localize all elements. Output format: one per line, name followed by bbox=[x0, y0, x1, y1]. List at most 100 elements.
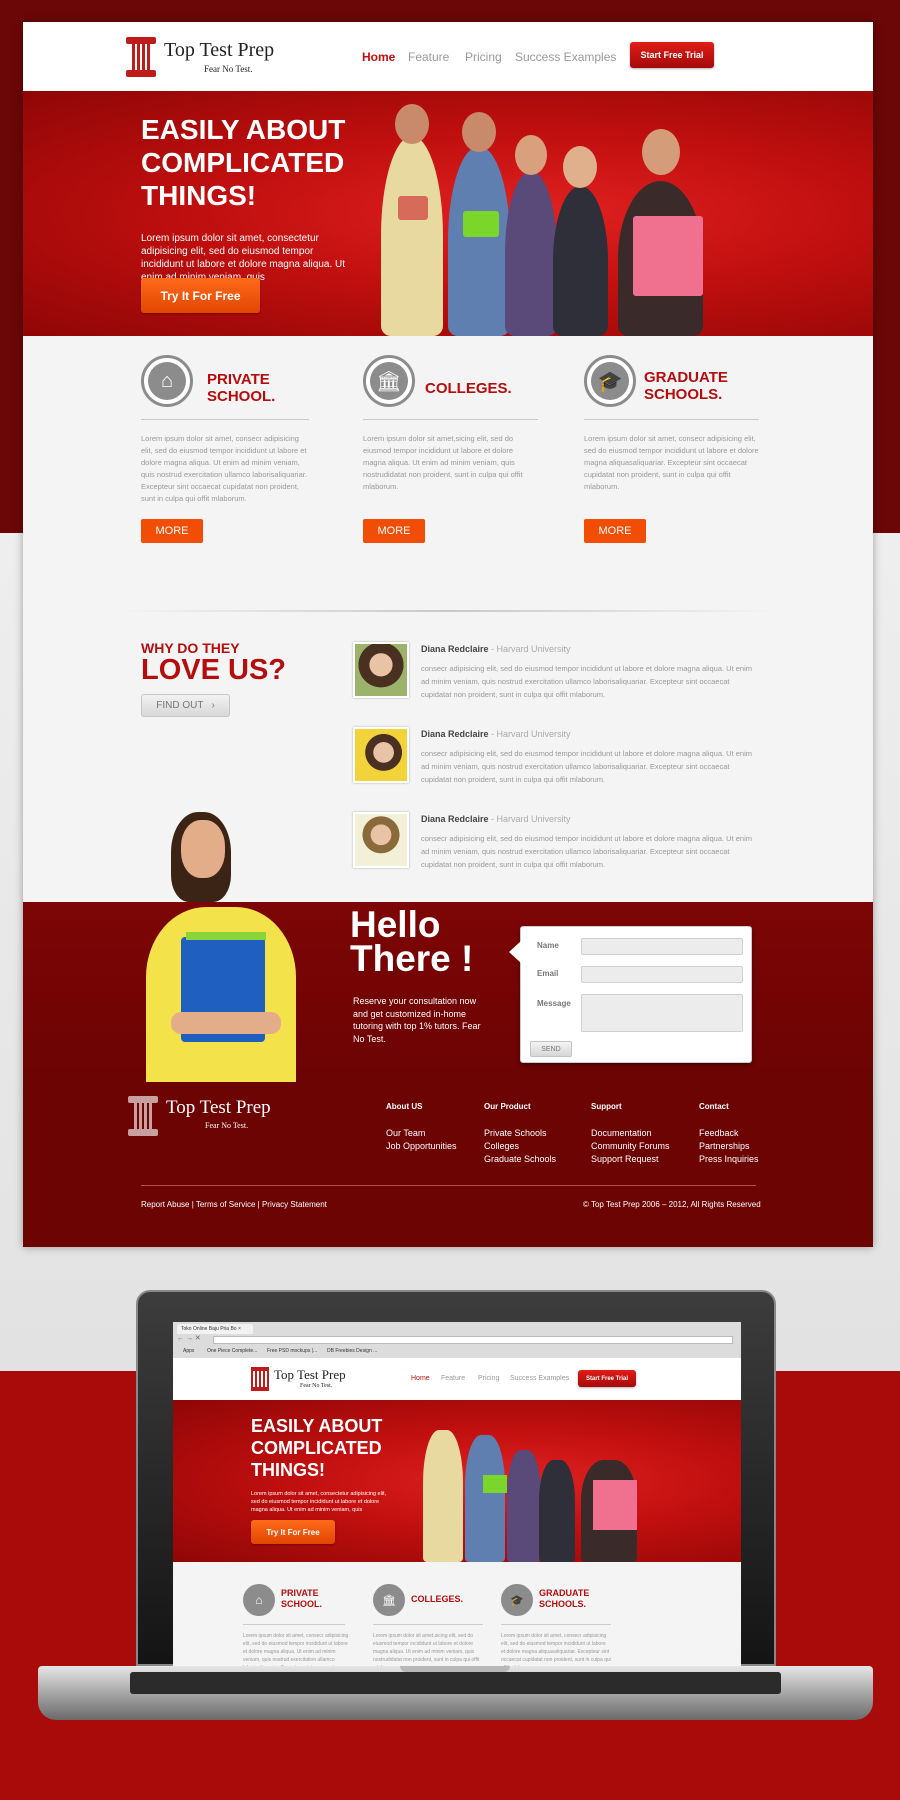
mini-feature-description: Lorem ipsum dolor sit amet, consecr adip… bbox=[501, 1633, 611, 1666]
testimonial-text: consecr adipisicing elit, sed do eiusmod… bbox=[421, 834, 753, 869]
browser-tab[interactable]: Toko Online Baju Pria Bo × bbox=[177, 1324, 253, 1334]
footer-link-our-team[interactable]: Our Team bbox=[386, 1128, 425, 1138]
mini-hero-headline: EASILY ABOUT COMPLICATED THINGS! bbox=[251, 1416, 383, 1480]
footer-link-community-forums[interactable]: Community Forums bbox=[591, 1141, 670, 1151]
nav-link-feature[interactable]: Feature bbox=[408, 50, 449, 64]
contact-form: Name Email Message SEND bbox=[509, 926, 752, 1063]
footer-link-colleges[interactable]: Colleges bbox=[484, 1141, 519, 1151]
mini-start-free-trial-button[interactable]: Start Free Trial bbox=[578, 1370, 636, 1387]
mini-feature-title: PRIVATE SCHOOL. bbox=[281, 1588, 323, 1609]
footer-heading-our-product: Our Product bbox=[484, 1102, 531, 1111]
mini-feature-title: COLLEGES. bbox=[411, 1594, 464, 1604]
more-button[interactable]: MORE bbox=[141, 519, 203, 543]
footer-link-documentation[interactable]: Documentation bbox=[591, 1128, 652, 1138]
mini-feature-description: Lorem ipsum dolor sit amet,sicing elit, … bbox=[373, 1633, 480, 1666]
back-icon[interactable]: ← → ✕ bbox=[177, 1334, 201, 1342]
footer-link-private-schools[interactable]: Private Schools bbox=[484, 1128, 547, 1138]
footer-divider bbox=[141, 1185, 756, 1186]
mini-feature-description: Lorem ipsum dolor sit amet, consecr adip… bbox=[243, 1633, 349, 1666]
feature-description: Lorem ipsum dolor sit amet,sicing elit, … bbox=[363, 434, 523, 491]
mini-nav-pricing[interactable]: Pricing bbox=[478, 1375, 499, 1382]
laptop-mockup: Toko Online Baju Pria Bo × ← → ✕ Apps On… bbox=[136, 1290, 776, 1668]
mini-site-nav: Top Test Prep Fear No Test. Home Feature… bbox=[173, 1358, 741, 1400]
footer-link-graduate-schools[interactable]: Graduate Schools bbox=[484, 1154, 556, 1164]
testimonial-author: Diana Redclaire - Harvard University bbox=[421, 814, 571, 824]
nav-link-pricing[interactable]: Pricing bbox=[465, 50, 502, 64]
name-input[interactable] bbox=[581, 938, 743, 955]
mini-logo-icon bbox=[251, 1367, 269, 1391]
bookmarks-bar: Apps One Piece Complete... Free PSD mock… bbox=[183, 1348, 378, 1354]
feature-title: COLLEGES. bbox=[425, 380, 512, 397]
testimonial-text: consecr adipisicing elit, sed do eiusmod… bbox=[421, 664, 753, 699]
testimonial-avatar bbox=[353, 642, 409, 698]
mini-try-it-for-free-button[interactable]: Try It For Free bbox=[251, 1520, 335, 1544]
hero-description: Lorem ipsum dolor sit amet, consectetur … bbox=[141, 233, 346, 283]
footer-link-partnerships[interactable]: Partnerships bbox=[699, 1141, 750, 1151]
hello-headline: Hello There ! bbox=[350, 904, 474, 979]
email-label: Email bbox=[537, 969, 559, 978]
laptop-screen: Toko Online Baju Pria Bo × ← → ✕ Apps On… bbox=[173, 1322, 741, 1668]
website-mockup: Top Test Prep Fear No Test. Home Feature… bbox=[23, 22, 873, 1247]
house-icon: ⌂ bbox=[141, 355, 193, 407]
message-label: Message bbox=[537, 999, 571, 1008]
hero-banner: EASILY ABOUT COMPLICATED THINGS! Lorem i… bbox=[23, 91, 873, 336]
contact-description: Reserve your consultation now and get cu… bbox=[353, 996, 481, 1044]
mini-bank-icon: 🏛 bbox=[373, 1584, 405, 1616]
start-free-trial-button[interactable]: Start Free Trial bbox=[630, 42, 714, 68]
top-navigation: Top Test Prep Fear No Test. Home Feature… bbox=[23, 22, 873, 91]
footer-link-support-request[interactable]: Support Request bbox=[591, 1154, 659, 1164]
brand-name: Top Test Prep bbox=[164, 39, 275, 61]
send-button[interactable]: SEND bbox=[530, 1041, 572, 1057]
testimonial-author: Diana Redclaire - Harvard University bbox=[421, 729, 571, 739]
chevron-right-icon: › bbox=[211, 700, 215, 711]
mini-nav-feature[interactable]: Feature bbox=[441, 1375, 465, 1382]
footer-heading-contact: Contact bbox=[699, 1102, 729, 1111]
email-input[interactable] bbox=[581, 966, 743, 983]
address-bar[interactable] bbox=[213, 1336, 733, 1344]
footer-heading-support: Support bbox=[591, 1102, 622, 1111]
brand-tagline: Fear No Test. bbox=[204, 64, 253, 74]
find-out-button[interactable]: FIND OUT › bbox=[141, 694, 230, 717]
testimonial-text: consecr adipisicing elit, sed do eiusmod… bbox=[421, 749, 753, 784]
footer-legal-links[interactable]: Report Abuse | Terms of Service | Privac… bbox=[141, 1200, 327, 1209]
nav-link-success-examples[interactable]: Success Examples bbox=[515, 50, 616, 64]
mini-feature-title: GRADUATE SCHOOLS. bbox=[539, 1588, 590, 1609]
column-logo-icon bbox=[128, 1096, 158, 1136]
footer-heading-about: About US bbox=[386, 1102, 423, 1111]
try-it-for-free-button[interactable]: Try It For Free bbox=[141, 278, 260, 313]
footer-link-job-opportunities[interactable]: Job Opportunities bbox=[386, 1141, 457, 1151]
mini-brand-name: Top Test Prep bbox=[274, 1367, 346, 1382]
mini-brand-tagline: Fear No Test. bbox=[300, 1383, 333, 1389]
footer-copyright: © Top Test Prep 2006 – 2012, All Rights … bbox=[583, 1200, 761, 1209]
student-girl-photo bbox=[141, 812, 306, 1082]
mini-students-photo bbox=[423, 1405, 653, 1562]
testimonial-author: Diana Redclaire - Harvard University bbox=[421, 644, 571, 654]
feature-title: PRIVATE SCHOOL. bbox=[207, 371, 276, 405]
testimonial-avatar bbox=[353, 727, 409, 783]
mini-graduation-cap-icon: 🎓 bbox=[501, 1584, 533, 1616]
more-button[interactable]: MORE bbox=[584, 519, 646, 543]
name-label: Name bbox=[537, 941, 559, 950]
mini-features: ⌂ PRIVATE SCHOOL. Lorem ipsum dolor sit a… bbox=[173, 1562, 741, 1668]
section-divider bbox=[121, 610, 776, 612]
more-button[interactable]: MORE bbox=[363, 519, 425, 543]
feature-private-school: ⌂ PRIVATE SCHOOL. Lorem ipsum dolor sit … bbox=[141, 355, 311, 565]
mini-nav-home[interactable]: Home bbox=[411, 1375, 430, 1382]
hero-headline: EASILY ABOUT COMPLICATED THINGS! bbox=[141, 114, 346, 211]
bank-icon: 🏛 bbox=[363, 355, 415, 407]
footer-link-feedback[interactable]: Feedback bbox=[699, 1128, 739, 1138]
message-textarea[interactable] bbox=[581, 994, 743, 1032]
students-photo bbox=[373, 96, 753, 336]
nav-link-home[interactable]: Home bbox=[362, 50, 395, 64]
testimonial-avatar bbox=[353, 812, 409, 868]
column-logo-icon bbox=[126, 37, 156, 77]
laptop-hinge bbox=[130, 1672, 781, 1694]
mini-nav-success[interactable]: Success Examples bbox=[510, 1375, 569, 1382]
mini-hero-description: Lorem ipsum dolor sit amet, consectetur … bbox=[251, 1491, 387, 1513]
site-footer: Top Test Prep Fear No Test. About US Our… bbox=[23, 1082, 873, 1247]
graduation-cap-icon: 🎓 bbox=[584, 355, 636, 407]
mini-hero: EASILY ABOUT COMPLICATED THINGS! Lorem i… bbox=[173, 1400, 741, 1562]
browser-chrome: Toko Online Baju Pria Bo × ← → ✕ Apps On… bbox=[173, 1322, 741, 1358]
footer-link-press-inquiries[interactable]: Press Inquiries bbox=[699, 1154, 759, 1164]
testimonials-headline: LOVE US? bbox=[141, 654, 287, 686]
